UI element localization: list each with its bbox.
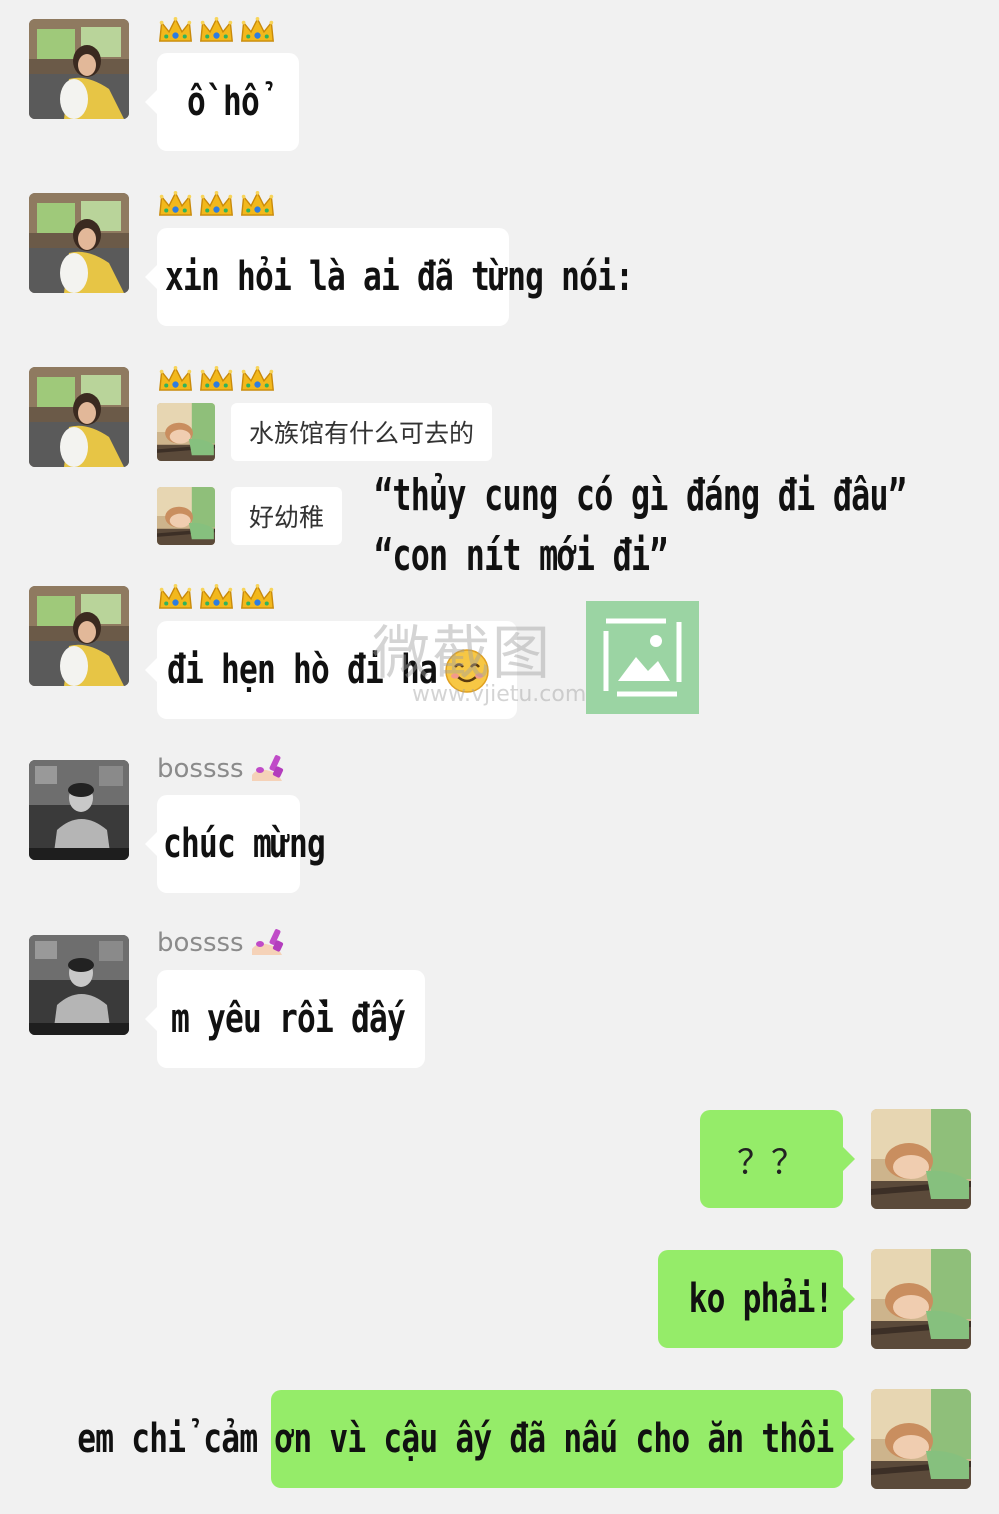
avatar[interactable] bbox=[29, 586, 129, 686]
sender-name: bossss bbox=[157, 926, 288, 960]
quoted-text: 好幼稚 bbox=[231, 487, 343, 545]
message-text: ko phải! bbox=[688, 1276, 834, 1322]
avatar bbox=[157, 403, 215, 461]
message-text: ồ hổ bbox=[187, 79, 260, 125]
message-text: ？？ bbox=[737, 1142, 805, 1183]
crown-icon bbox=[239, 582, 276, 612]
crown-icon bbox=[198, 15, 235, 45]
message-text: chúc mừng bbox=[163, 821, 326, 867]
crown-icon bbox=[198, 189, 235, 219]
crown-icon bbox=[198, 364, 235, 394]
image-frame-icon bbox=[586, 601, 699, 714]
crown-icon bbox=[239, 189, 276, 219]
crown-icon bbox=[157, 364, 194, 394]
watermark-text: 微截图 bbox=[372, 619, 553, 687]
sender-name-text: bossss bbox=[157, 928, 244, 958]
message-bubble[interactable]: ko phải! bbox=[658, 1250, 855, 1348]
quoted-message[interactable]: 水族馆有什么可去的 bbox=[157, 403, 493, 461]
sender-badge bbox=[157, 580, 276, 614]
watermark-url: www.vjietu.com bbox=[412, 682, 587, 707]
sender-badge bbox=[157, 187, 276, 221]
crown-icon bbox=[239, 364, 276, 394]
message-bubble[interactable]: ồ hổ bbox=[145, 53, 299, 151]
sender-badge bbox=[157, 362, 276, 396]
chat-screen: ồ hổ xin hỏi là ai đã từng nói: 水族馆有什么可去… bbox=[0, 0, 999, 1514]
message-text: em chỉ cảm ơn vì cậu ấy đã nấu cho ăn th… bbox=[76, 1416, 834, 1462]
sender-badge bbox=[157, 13, 276, 47]
quoted-text: 水族馆有什么可去的 bbox=[231, 403, 493, 461]
message-bubble[interactable]: ？？ bbox=[700, 1110, 855, 1208]
nail-polish-icon bbox=[248, 927, 288, 959]
avatar[interactable] bbox=[29, 760, 129, 860]
crown-icon bbox=[198, 582, 235, 612]
watermark: 微截图 www.vjietu.com bbox=[372, 606, 586, 707]
message-text: xin hỏi là ai đã từng nói: bbox=[165, 254, 634, 300]
crown-icon bbox=[157, 582, 194, 612]
crown-icon bbox=[239, 15, 276, 45]
nail-polish-icon bbox=[248, 753, 288, 785]
message-bubble[interactable]: xin hỏi là ai đã từng nói: bbox=[145, 228, 634, 326]
sender-name: bossss bbox=[157, 752, 288, 786]
avatar[interactable] bbox=[871, 1389, 971, 1489]
avatar bbox=[157, 487, 215, 545]
message-bubble[interactable]: em chỉ cảm ơn vì cậu ấy đã nấu cho ăn th… bbox=[77, 1390, 855, 1488]
avatar[interactable] bbox=[29, 193, 129, 293]
caption-line: “thủy cung có gì đáng đi đâu” bbox=[374, 470, 907, 521]
avatar[interactable] bbox=[29, 19, 129, 119]
avatar[interactable] bbox=[29, 935, 129, 1035]
crown-icon bbox=[157, 189, 194, 219]
avatar[interactable] bbox=[29, 367, 129, 467]
caption-line: “con nít mới đi” bbox=[374, 530, 668, 581]
message-bubble[interactable]: m yêu rồi đấy bbox=[145, 970, 425, 1068]
avatar[interactable] bbox=[871, 1109, 971, 1209]
message-bubble[interactable]: chúc mừng bbox=[145, 795, 326, 893]
message-text: m yêu rồi đấy bbox=[171, 996, 406, 1042]
avatar[interactable] bbox=[871, 1249, 971, 1349]
crown-icon bbox=[157, 15, 194, 45]
quoted-message[interactable]: 好幼稚 bbox=[157, 487, 343, 545]
sender-name-text: bossss bbox=[157, 754, 244, 784]
